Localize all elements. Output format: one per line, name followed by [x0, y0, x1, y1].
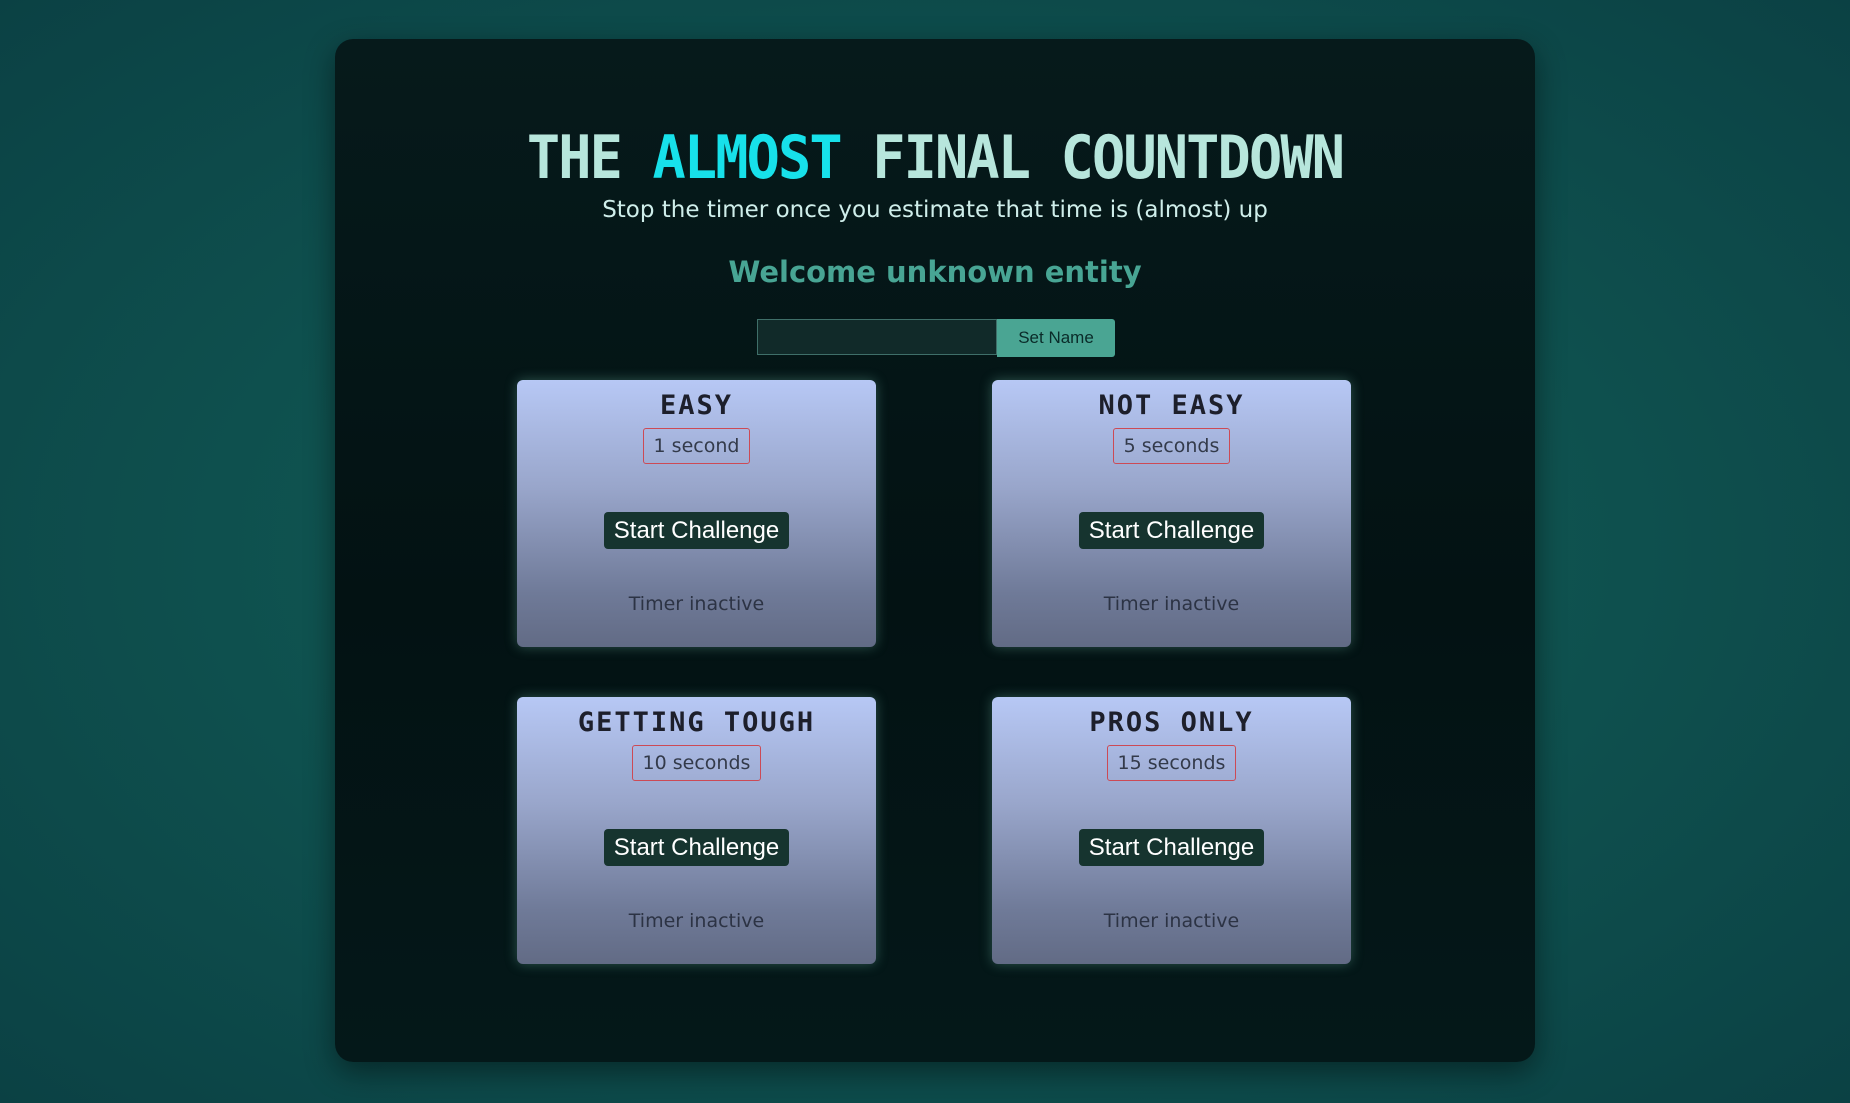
title-part-2: FINAL COUNTDOWN: [840, 123, 1345, 193]
page-subtitle: Stop the timer once you estimate that ti…: [602, 197, 1268, 223]
title-part-1: THE: [526, 123, 653, 193]
page-title: THE ALMOST FINAL COUNTDOWN: [383, 127, 1487, 189]
challenge-duration: 10 seconds: [631, 745, 762, 781]
welcome-message: Welcome unknown entity: [728, 255, 1142, 289]
challenge-title: GETTING TOUGH: [577, 707, 816, 738]
challenge-duration: 5 seconds: [1112, 428, 1231, 464]
challenge-card-not-easy: NOT EASY 5 seconds Start Challenge Timer…: [992, 380, 1351, 647]
app-container: THE ALMOST FINAL COUNTDOWN Stop the time…: [335, 39, 1535, 1062]
timer-status: Timer inactive: [628, 593, 765, 615]
timer-status: Timer inactive: [1103, 593, 1240, 615]
challenge-card-pros-only: PROS ONLY 15 seconds Start Challenge Tim…: [992, 697, 1351, 964]
name-form: Set Name: [757, 319, 1115, 357]
challenge-title: EASY: [659, 390, 734, 421]
start-challenge-button[interactable]: Start Challenge: [1078, 512, 1265, 549]
timer-status: Timer inactive: [628, 910, 765, 932]
challenge-duration: 15 seconds: [1106, 745, 1237, 781]
challenge-duration: 1 second: [642, 428, 751, 464]
challenge-card-easy: EASY 1 second Start Challenge Timer inac…: [517, 380, 876, 647]
challenge-title: PROS ONLY: [1089, 707, 1254, 738]
start-challenge-button[interactable]: Start Challenge: [603, 512, 790, 549]
set-name-button[interactable]: Set Name: [997, 319, 1115, 357]
challenge-card-getting-tough: GETTING TOUGH 10 seconds Start Challenge…: [517, 697, 876, 964]
start-challenge-button[interactable]: Start Challenge: [603, 829, 790, 866]
start-challenge-button[interactable]: Start Challenge: [1078, 829, 1265, 866]
title-accent: ALMOST: [652, 123, 842, 193]
name-input[interactable]: [757, 319, 997, 355]
challenge-title: NOT EASY: [1098, 390, 1245, 421]
timer-status: Timer inactive: [1103, 910, 1240, 932]
